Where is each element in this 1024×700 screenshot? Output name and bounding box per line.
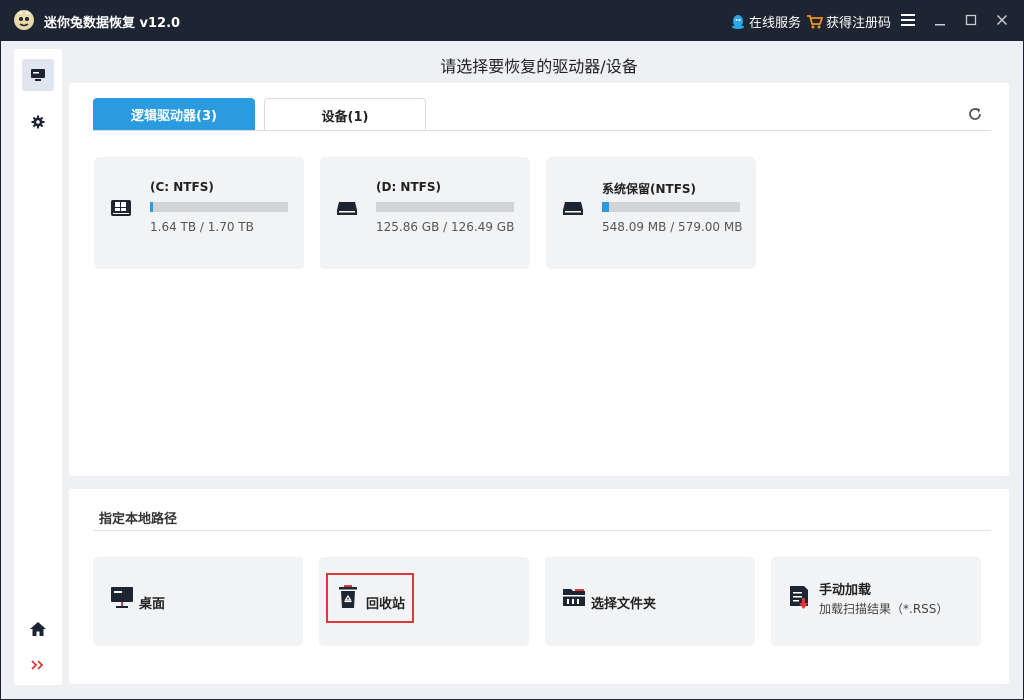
minimize-button[interactable] (930, 10, 950, 30)
maximize-icon (965, 14, 977, 26)
sidebar-item-settings[interactable] (22, 106, 54, 138)
drive-size: 548.09 MB / 579.00 MB (602, 220, 743, 234)
drive-name: (C: NTFS) (150, 180, 214, 194)
refresh-button[interactable] (965, 104, 985, 124)
sidebar-expand-button[interactable] (22, 649, 54, 681)
app-title: 迷你兔数据恢复 v12.0 (44, 16, 181, 31)
drive-name: (D: NTFS) (376, 180, 441, 194)
drive-usage-fill (602, 202, 609, 212)
gear-icon (31, 115, 45, 129)
drive-size: 1.64 TB / 1.70 TB (150, 220, 254, 234)
drive-icon (31, 69, 45, 81)
path-label: 桌面 (139, 597, 166, 612)
double-chevron-right-icon (31, 660, 44, 670)
home-icon (30, 622, 46, 636)
online-service-link[interactable]: 在线服务 (730, 12, 801, 31)
highlight-box (326, 573, 414, 623)
path-sublabel: 加载扫描结果（*.RSS） (819, 602, 949, 616)
manual-load-icon (790, 586, 808, 609)
online-service-label: 在线服务 (749, 16, 802, 31)
maximize-button[interactable] (961, 10, 981, 30)
tab-divider (93, 130, 991, 131)
hard-drive-icon (337, 202, 357, 215)
local-path-divider (93, 530, 991, 531)
path-card-manual-load[interactable]: 手动加载 加载扫描结果（*.RSS） (771, 557, 981, 646)
drive-size: 125.86 GB / 126.49 GB (376, 220, 515, 234)
sidebar-item-home[interactable] (22, 613, 54, 645)
drive-card-system-reserved[interactable]: 系统保留(NTFS) 548.09 MB / 579.00 MB (546, 157, 756, 269)
qq-icon (732, 14, 744, 29)
drive-usage-bar (376, 202, 514, 212)
path-label: 选择文件夹 (591, 597, 657, 612)
close-button[interactable] (992, 10, 1012, 30)
cart-icon (807, 14, 823, 28)
menu-button[interactable] (898, 10, 918, 30)
minimize-icon (935, 24, 945, 26)
close-icon (996, 14, 1008, 26)
sidebar-item-drives[interactable] (22, 59, 54, 91)
drive-usage-bar (602, 202, 740, 212)
path-card-recycle-bin[interactable]: 回收站 (319, 557, 529, 646)
drive-usage-fill (150, 202, 154, 212)
tab-logical-drives[interactable]: 逻辑驱动器(3) (93, 98, 255, 131)
local-path-panel: 指定本地路径 桌面 回收站 选择文件夹 手动加载 加载扫描结果（*.RSS） (69, 489, 1009, 684)
drive-name: 系统保留(NTFS) (602, 182, 697, 196)
path-label: 手动加载 (819, 583, 872, 598)
sidebar (14, 49, 62, 685)
path-card-desktop[interactable]: 桌面 (93, 557, 303, 646)
app-logo-icon (14, 10, 34, 30)
desktop-icon (111, 587, 133, 608)
drive-card-c[interactable]: (C: NTFS) 1.64 TB / 1.70 TB (94, 157, 304, 269)
main-window: 请选择要恢复的驱动器/设备 逻辑驱动器(3) 设备(1) (C: NTFS) 1… (1, 41, 1023, 699)
drive-card-d[interactable]: (D: NTFS) 125.86 GB / 126.49 GB (320, 157, 530, 269)
path-card-select-folder[interactable]: 选择文件夹 (545, 557, 755, 646)
tab-devices[interactable]: 设备(1) (264, 98, 426, 131)
refresh-icon (969, 108, 981, 120)
drives-panel: 逻辑驱动器(3) 设备(1) (C: NTFS) 1.64 TB / 1.70 (69, 83, 1009, 476)
get-code-label: 获得注册码 (826, 16, 892, 31)
page-title: 请选择要恢复的驱动器/设备 (440, 57, 638, 76)
local-path-title: 指定本地路径 (99, 512, 178, 527)
drive-usage-bar (150, 202, 288, 212)
folder-icon (563, 589, 585, 606)
hamburger-icon (901, 14, 915, 26)
windows-drive-icon (111, 200, 131, 216)
get-code-link[interactable]: 获得注册码 (806, 12, 891, 31)
title-bar: 迷你兔数据恢复 v12.0 在线服务 获得注册码 (0, 0, 1024, 41)
hard-drive-icon (563, 202, 583, 215)
